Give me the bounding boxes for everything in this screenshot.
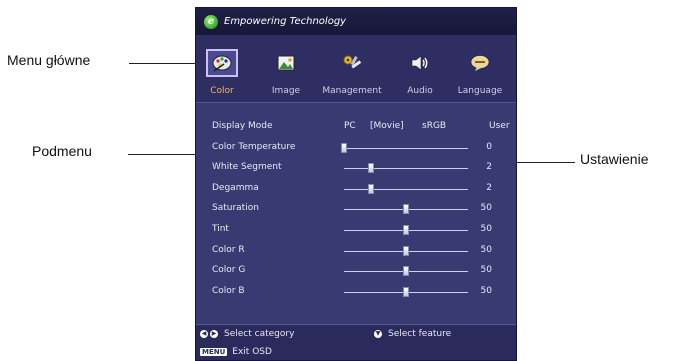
tab-language-label: Language: [457, 86, 503, 96]
tools-icon: [336, 49, 368, 77]
tab-image[interactable]: Image: [266, 35, 306, 103]
callout-submenu-line: [128, 154, 200, 155]
slider-track[interactable]: [344, 245, 468, 256]
palette-icon: [206, 49, 238, 77]
osd-title-bar: e Empowering Technology: [196, 8, 516, 35]
display-mode-option-movie[interactable]: [Movie]: [370, 121, 404, 131]
slider-row[interactable]: Color R 50: [196, 241, 516, 262]
slider-value: 2: [486, 162, 492, 173]
callout-setting: Ustawienie: [580, 151, 649, 167]
slider-track[interactable]: [344, 163, 468, 174]
hint-select-category: ◀ ▶ Select category: [200, 329, 294, 339]
osd-menu-window: e Empowering Technology Color Image Mana…: [195, 7, 517, 361]
slider-value: 50: [480, 265, 492, 276]
tab-image-label: Image: [271, 86, 301, 96]
slider-track[interactable]: [344, 183, 468, 194]
tab-color-label: Color: [210, 86, 234, 96]
slider-label: Tint: [212, 223, 229, 234]
tab-audio-label: Audio: [407, 86, 433, 96]
hint-exit-osd: MENU Exit OSD: [200, 347, 272, 357]
slider-value: 50: [480, 203, 492, 214]
slider-thumb[interactable]: [403, 286, 409, 297]
slider-row[interactable]: Color G 50: [196, 261, 516, 282]
display-mode-option-pc[interactable]: PC: [344, 121, 356, 131]
slider-thumb[interactable]: [403, 245, 409, 256]
slider-value: 0: [486, 141, 492, 152]
slider-label: Degamma: [212, 182, 259, 193]
submenu-list: Display Mode PC [Movie] sRGB User Color …: [196, 117, 516, 302]
slider-thumb[interactable]: [368, 183, 375, 194]
tab-language[interactable]: Language: [452, 35, 508, 103]
hint-select-category-text: Select category: [224, 329, 295, 339]
slider-label: Color B: [212, 285, 245, 296]
callout-setting-line: [512, 162, 575, 163]
slider-thumb[interactable]: [341, 142, 347, 153]
brand-tagline: Empowering Technology: [224, 16, 347, 27]
slider-row[interactable]: Saturation 50: [196, 199, 516, 220]
main-menu-tabs: Color Image Management Audio Language: [196, 35, 516, 103]
display-mode-option-srgb[interactable]: sRGB: [422, 121, 446, 131]
slider-value: 50: [480, 223, 492, 234]
tab-management-label: Management: [322, 86, 382, 96]
slider-label: White Segment: [212, 162, 282, 173]
osd-footer: ◀ ▶ Select category ▼ Select feature MEN…: [196, 324, 516, 360]
slider-thumb[interactable]: [403, 204, 409, 215]
slider-row[interactable]: Color Temperature 0: [196, 138, 516, 159]
hint-exit-osd-text: Exit OSD: [232, 347, 272, 357]
slider-track[interactable]: [344, 224, 468, 235]
slider-thumb[interactable]: [403, 266, 409, 277]
down-arrow-icon: ▼: [374, 330, 382, 338]
tab-audio[interactable]: Audio: [400, 35, 440, 103]
slider-value: 50: [480, 244, 492, 255]
slider-track[interactable]: [341, 142, 468, 153]
tab-color[interactable]: Color: [204, 35, 240, 103]
slider-thumb[interactable]: [403, 224, 409, 235]
slider-row[interactable]: Tint 50: [196, 220, 516, 241]
brand-logo-icon: e: [204, 14, 218, 29]
picture-icon: [270, 49, 302, 77]
speech-bubble-icon: [464, 49, 496, 77]
left-arrow-icon: ◀: [200, 330, 208, 338]
speaker-icon: [404, 49, 436, 77]
tab-management[interactable]: Management: [320, 35, 384, 103]
slider-label: Color G: [212, 265, 246, 276]
slider-track[interactable]: [344, 204, 468, 215]
slider-row[interactable]: White Segment 2: [196, 158, 516, 179]
slider-row[interactable]: Color B 50: [196, 282, 516, 303]
display-mode-option-user[interactable]: User: [489, 121, 510, 131]
callout-submenu: Podmenu: [32, 143, 92, 159]
hint-select-feature: ▼ Select feature: [374, 329, 451, 339]
hint-select-feature-text: Select feature: [388, 329, 452, 339]
slider-label: Color R: [212, 244, 245, 255]
slider-track[interactable]: [344, 286, 468, 297]
slider-value: 2: [486, 182, 492, 193]
menu-key-icon: MENU: [200, 348, 228, 356]
slider-label: Color Temperature: [212, 141, 296, 152]
slider-label: Saturation: [212, 203, 259, 214]
slider-track[interactable]: [344, 266, 468, 277]
slider-row[interactable]: Degamma 2: [196, 179, 516, 200]
display-mode-row[interactable]: Display Mode PC [Movie] sRGB User: [196, 117, 516, 138]
display-mode-label: Display Mode: [212, 121, 273, 131]
slider-value: 50: [480, 285, 492, 296]
slider-thumb[interactable]: [368, 163, 375, 174]
callout-main-menu: Menu główne: [7, 52, 91, 68]
callout-main-menu-line: [129, 63, 202, 64]
right-arrow-icon: ▶: [210, 330, 218, 338]
